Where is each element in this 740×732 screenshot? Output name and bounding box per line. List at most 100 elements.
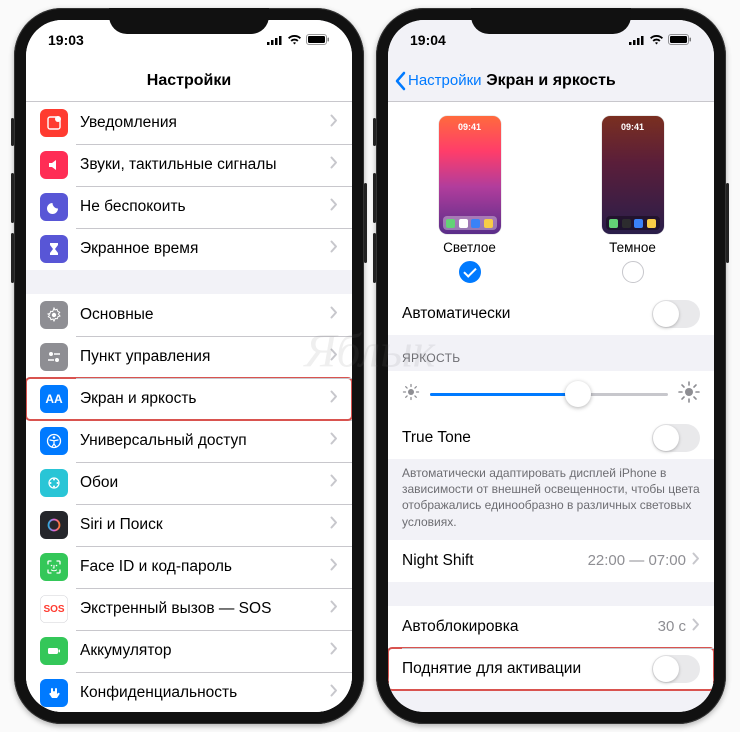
nightshift-label: Night Shift: [402, 552, 588, 570]
row-label: Пункт управления: [80, 348, 330, 366]
signal-icon: [629, 32, 645, 48]
settings-list[interactable]: Уведомления Звуки, тактильные сигналы Не б…: [26, 102, 352, 712]
raise-label: Поднятие для активации: [402, 660, 652, 678]
settings-row[interactable]: Пункт управления: [26, 336, 352, 378]
row-label: Звуки, тактильные сигналы: [80, 156, 330, 174]
wallpaper-icon: [40, 469, 68, 497]
row-label: Конфиденциальность: [80, 684, 330, 702]
AA-icon: AA: [40, 385, 68, 413]
settings-row[interactable]: SOS Экстренный вызов — SOS: [26, 588, 352, 630]
row-label: Обои: [80, 474, 330, 492]
page-title: Экран и яркость: [486, 72, 616, 90]
access-icon: [40, 427, 68, 455]
phone-left: 19:03 Настройки Уведомления Звуки, тактил…: [14, 8, 364, 724]
settings-row[interactable]: Основные: [26, 294, 352, 336]
battery-icon: [306, 32, 330, 48]
chevron-right-icon: [330, 390, 338, 408]
truetone-toggle[interactable]: [652, 424, 700, 452]
row-label: Экранное время: [80, 240, 330, 258]
status-indicators: [267, 32, 330, 48]
truetone-footer: Автоматически адаптировать дисплей iPhon…: [388, 459, 714, 540]
chevron-right-icon: [330, 516, 338, 534]
chevron-right-icon: [330, 600, 338, 618]
nightshift-row[interactable]: Night Shift 22:00 — 07:00: [388, 540, 714, 582]
autolock-label: Автоблокировка: [402, 618, 658, 636]
row-label: Основные: [80, 306, 330, 324]
chevron-right-icon: [330, 240, 338, 258]
battery-icon: [668, 32, 692, 48]
hourglass-icon: [40, 235, 68, 263]
autolock-row[interactable]: Автоблокировка 30 с: [388, 606, 714, 648]
settings-row[interactable]: Звуки, тактильные сигналы: [26, 144, 352, 186]
gear-icon: [40, 301, 68, 329]
chevron-right-icon: [330, 198, 338, 216]
sun-max-icon: [678, 381, 700, 408]
row-label: Универсальный доступ: [80, 432, 330, 450]
comparison-container: 19:03 Настройки Уведомления Звуки, тактил…: [0, 0, 740, 732]
chevron-right-icon: [330, 474, 338, 492]
status-time: 19:04: [410, 32, 446, 48]
settings-row[interactable]: Не беспокоить: [26, 186, 352, 228]
settings-row[interactable]: Аккумулятор: [26, 630, 352, 672]
light-label: Светлое: [443, 240, 496, 255]
nightshift-detail: 22:00 — 07:00: [588, 552, 686, 569]
settings-row[interactable]: Универсальный доступ: [26, 420, 352, 462]
status-time: 19:03: [48, 32, 84, 48]
signal-icon: [267, 32, 283, 48]
nav-bar: Настройки: [26, 60, 352, 102]
brightness-slider[interactable]: [430, 393, 668, 396]
chevron-right-icon: [692, 618, 700, 636]
row-label: Аккумулятор: [80, 642, 330, 660]
battery-icon: [40, 637, 68, 665]
page-title: Настройки: [147, 72, 231, 90]
automatic-label: Автоматически: [402, 305, 652, 323]
row-label: Экстренный вызов — SOS: [80, 600, 330, 618]
row-label: Не беспокоить: [80, 198, 330, 216]
settings-row[interactable]: Уведомления: [26, 102, 352, 144]
sun-min-icon: [402, 383, 420, 406]
truetone-label: True Tone: [402, 429, 652, 447]
appearance-light-option[interactable]: 09:41 Светлое: [439, 116, 501, 283]
display-settings-list[interactable]: 09:41 Светлое 09:41 Темное: [388, 102, 714, 712]
autolock-detail: 30 с: [658, 618, 686, 635]
hand-icon: [40, 679, 68, 707]
settings-row[interactable]: Конфиденциальность: [26, 672, 352, 712]
wifi-icon: [287, 32, 302, 48]
row-label: Уведомления: [80, 114, 330, 132]
dark-label: Темное: [609, 240, 656, 255]
phone-right: 19:04 Настройки Экран и яркость: [376, 8, 726, 724]
appearance-dark-option[interactable]: 09:41 Темное: [602, 116, 664, 283]
dark-preview: 09:41: [602, 116, 664, 234]
settings-row[interactable]: Face ID и код-пароль: [26, 546, 352, 588]
light-radio[interactable]: [459, 261, 481, 283]
status-indicators: [629, 32, 692, 48]
settings-row[interactable]: Экранное время: [26, 228, 352, 270]
settings-row[interactable]: AAЭкран и яркость: [26, 378, 352, 420]
chevron-right-icon: [330, 558, 338, 576]
settings-row[interactable]: Обои: [26, 462, 352, 504]
back-button[interactable]: Настройки: [394, 71, 482, 91]
row-label: Siri и Поиск: [80, 516, 330, 534]
chevron-right-icon: [692, 552, 700, 570]
automatic-toggle[interactable]: [652, 300, 700, 328]
brightness-slider-row: [388, 371, 714, 417]
chevron-right-icon: [330, 114, 338, 132]
automatic-row[interactable]: Автоматически: [388, 293, 714, 335]
raise-to-wake-row[interactable]: Поднятие для активации: [388, 648, 714, 690]
dnd-icon: [40, 193, 68, 221]
chevron-right-icon: [330, 348, 338, 366]
sos-icon: SOS: [40, 595, 68, 623]
chevron-right-icon: [330, 684, 338, 702]
chevron-right-icon: [330, 156, 338, 174]
chevron-right-icon: [330, 432, 338, 450]
truetone-row[interactable]: True Tone: [388, 417, 714, 459]
dark-radio[interactable]: [622, 261, 644, 283]
raise-toggle[interactable]: [652, 655, 700, 683]
siri-icon: [40, 511, 68, 539]
chevron-right-icon: [330, 642, 338, 660]
back-label: Настройки: [408, 72, 482, 89]
settings-row[interactable]: Siri и Поиск: [26, 504, 352, 546]
chevron-right-icon: [330, 306, 338, 324]
chevron-left-icon: [394, 71, 406, 91]
switches-icon: [40, 343, 68, 371]
